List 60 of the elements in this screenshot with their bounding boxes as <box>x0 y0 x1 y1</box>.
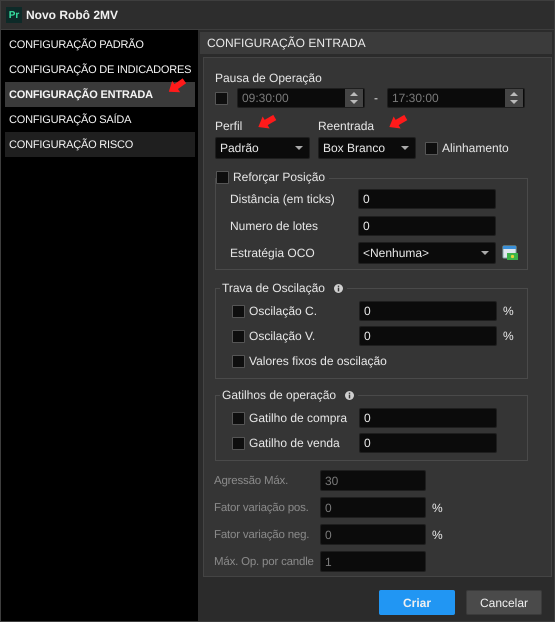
sidebar-item[interactable]: CONFIGURAÇÃO ENTRADA <box>5 82 195 107</box>
spinner-icon[interactable] <box>505 89 523 107</box>
unit-label: % <box>432 500 443 514</box>
unit-label: % <box>503 304 514 318</box>
field-label: Fator variação neg. <box>214 528 310 540</box>
field-label: Máx. Op. por candle <box>214 556 315 568</box>
number-field[interactable]: 0 <box>359 301 497 321</box>
checkbox[interactable] <box>232 330 245 342</box>
sidebar-item[interactable]: CONFIGURAÇÃO DE INDICADORES <box>5 57 195 82</box>
time-field[interactable]: 17:30:00 <box>387 88 525 108</box>
field-label: Alinhamento <box>442 141 509 155</box>
number-field[interactable]: 0 <box>359 326 497 346</box>
unit-label: % <box>503 329 514 343</box>
field-label: Perfil <box>215 119 242 133</box>
sidebar-item[interactable]: CONFIGURAÇÃO RISCO <box>5 132 195 157</box>
checkbox[interactable] <box>232 354 245 368</box>
field-label: Oscilação V. <box>249 329 316 343</box>
field-label: Pausa de Operação <box>215 71 323 85</box>
field-label: Reforçar Posição <box>233 170 326 184</box>
caret-icon <box>481 251 489 255</box>
checkbox[interactable] <box>232 436 245 450</box>
reentry-dropdown[interactable]: Box Branco <box>318 137 416 159</box>
info-icon[interactable] <box>334 284 343 292</box>
number-field[interactable]: 0 <box>359 433 497 453</box>
sidebar-item[interactable]: CONFIGURAÇÃO SAÍDA <box>5 107 195 132</box>
number-field[interactable]: 0 <box>358 189 496 209</box>
info-icon[interactable] <box>345 390 354 400</box>
number-field[interactable]: 0 <box>359 408 497 428</box>
panel-header: CONFIGURAÇÃO ENTRADA <box>200 32 552 54</box>
spinner-icon[interactable] <box>345 89 363 107</box>
number-field[interactable]: 0 <box>358 216 496 236</box>
field-label: Gatilho de venda <box>249 436 341 450</box>
field-label: Gatilhos de operação <box>222 388 336 402</box>
checkbox[interactable] <box>425 142 438 154</box>
checkbox[interactable] <box>216 170 229 184</box>
window-title: Novo Robô 2MV <box>26 8 118 22</box>
field-label: Distância (em ticks) <box>230 192 336 206</box>
app-logo: Pr <box>6 7 22 23</box>
range-separator: - <box>373 91 379 105</box>
field-label: Estratégia OCO <box>230 246 316 260</box>
profile-dropdown[interactable]: Padrão <box>215 137 310 159</box>
checkbox[interactable] <box>232 304 245 318</box>
field-label: Reentrada <box>318 119 374 133</box>
field-label: Agressão Máx. <box>214 474 290 486</box>
calendar-money-icon[interactable] <box>502 245 518 261</box>
checkbox[interactable] <box>215 92 228 104</box>
field-label: Oscilação C. <box>249 304 318 318</box>
unit-label: % <box>432 528 443 542</box>
checkbox[interactable] <box>232 412 245 424</box>
caret-icon <box>295 146 303 150</box>
cancel-button[interactable]: Cancelar <box>466 590 542 615</box>
caret-icon <box>401 146 409 150</box>
field-label: Trava de Oscilação <box>222 281 325 295</box>
field-label: Valores fixos de oscilação <box>249 354 387 368</box>
field-label: Fator variação pos. <box>214 502 310 514</box>
field-label: Gatilho de compra <box>249 411 348 425</box>
field-label: Numero de lotes <box>230 219 320 233</box>
strategy-dropdown[interactable]: <Nenhuma> <box>358 242 496 264</box>
sidebar-item[interactable]: CONFIGURAÇÃO PADRÃO <box>5 32 195 57</box>
time-field[interactable]: 09:30:00 <box>237 88 365 108</box>
